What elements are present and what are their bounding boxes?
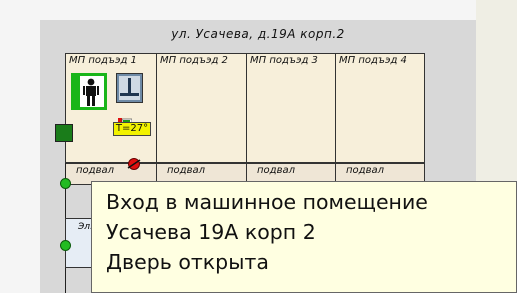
entrance-4[interactable]: МП подъэд 4 — [335, 53, 425, 163]
status-dot-icon[interactable] — [60, 240, 71, 251]
person-icon[interactable] — [71, 73, 107, 110]
sensor-icon[interactable] — [118, 110, 133, 124]
alarm-door-icon[interactable] — [127, 156, 141, 170]
building-address: ул. Усачева, д.19А корп.2 — [171, 27, 345, 41]
tooltip-address: Усачева 19А корп 2 — [106, 220, 316, 244]
tooltip-status: Дверь открыта — [106, 250, 269, 274]
temperature-badge[interactable]: T=27° — [113, 122, 151, 136]
basement-2-label: подвал — [167, 165, 205, 176]
entrance-3-label: МП подъэд 3 — [250, 55, 318, 66]
entrance-1-label: МП подъэд 1 — [69, 55, 137, 66]
tooltip: Вход в машинное помещение Усачева 19А ко… — [91, 181, 517, 293]
entrance-3[interactable]: МП подъэд 3 — [246, 53, 336, 163]
status-square-icon[interactable] — [55, 124, 73, 142]
tooltip-title: Вход в машинное помещение — [106, 190, 428, 214]
entrance-2-label: МП подъэд 2 — [160, 55, 228, 66]
elevator-icon[interactable] — [116, 73, 143, 103]
entrance-2[interactable]: МП подъэд 2 — [156, 53, 247, 163]
entrance-4-label: МП подъэд 4 — [339, 55, 407, 66]
basement-3-label: подвал — [257, 165, 295, 176]
status-dot-icon[interactable] — [60, 178, 71, 189]
basement-4-label: подвал — [346, 165, 384, 176]
basement-1-label: подвал — [76, 165, 114, 176]
